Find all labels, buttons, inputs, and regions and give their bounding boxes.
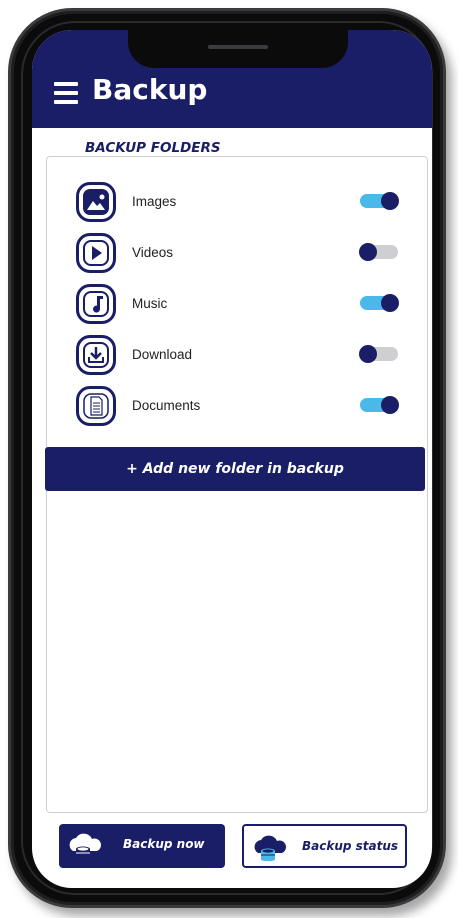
speaker-grille <box>208 45 268 49</box>
cloud-database-icon <box>69 833 101 859</box>
image-icon <box>76 182 116 222</box>
backup-status-button[interactable]: Backup status <box>242 824 407 868</box>
backup-now-button[interactable]: Backup now <box>59 824 225 868</box>
folder-row-videos: Videos <box>76 233 406 277</box>
toggle-knob <box>359 243 377 261</box>
folder-label-music: Music <box>132 296 168 311</box>
folder-row-download: Download <box>76 335 406 379</box>
toggle-knob <box>381 396 399 414</box>
folder-row-documents: Documents <box>76 386 406 430</box>
folder-label-videos: Videos <box>132 245 174 260</box>
music-note-icon <box>76 284 116 324</box>
backup-now-label: Backup now <box>123 837 205 851</box>
folder-row-images: Images <box>76 182 406 226</box>
page-title: Backup <box>92 73 208 106</box>
toggle-knob <box>381 294 399 312</box>
document-icon <box>76 386 116 426</box>
toggle-knob <box>381 192 399 210</box>
folder-row-music: Music <box>76 284 406 328</box>
toggle-documents[interactable] <box>360 396 399 414</box>
hamburger-menu-icon[interactable] <box>54 82 78 104</box>
toggle-download[interactable] <box>359 345 398 363</box>
play-icon <box>76 233 116 273</box>
folder-label-download: Download <box>132 347 193 362</box>
toggle-music[interactable] <box>360 294 399 312</box>
download-icon <box>76 335 116 375</box>
backup-status-label: Backup status <box>302 839 399 853</box>
app-screen: Backup BACKUP FOLDERS Images Videos Musi… <box>32 30 432 888</box>
toggle-videos[interactable] <box>359 243 398 261</box>
folder-label-images: Images <box>132 194 177 209</box>
add-folder-button[interactable]: + Add new folder in backup <box>45 447 425 491</box>
toggle-images[interactable] <box>360 192 399 210</box>
folder-label-documents: Documents <box>132 398 201 413</box>
section-label: BACKUP FOLDERS <box>85 140 221 156</box>
phone-notch <box>128 30 348 68</box>
toggle-knob <box>359 345 377 363</box>
cloud-database-icon <box>254 835 286 861</box>
